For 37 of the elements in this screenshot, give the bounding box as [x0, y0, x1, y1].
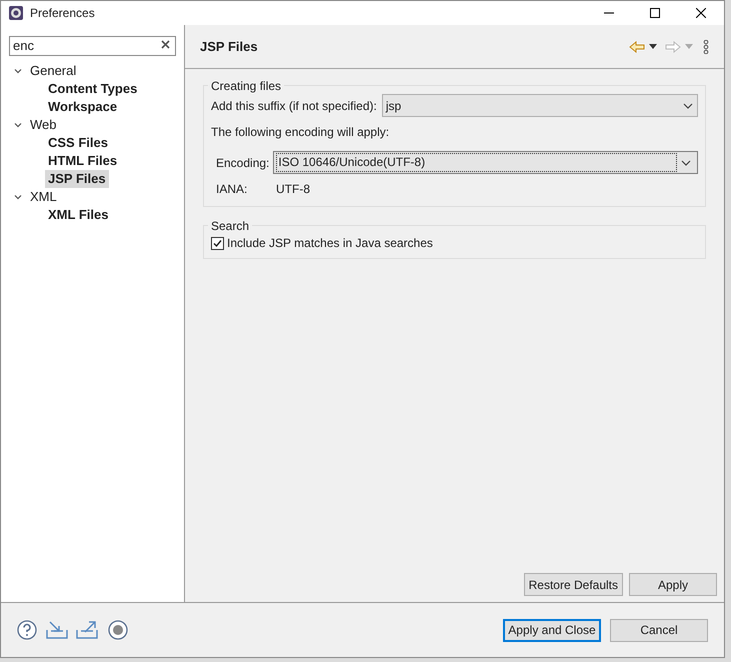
tree-item[interactable]: JSP Files	[45, 170, 109, 188]
tree-item[interactable]: General	[27, 62, 80, 80]
chevron-down-icon[interactable]	[13, 66, 23, 76]
encoding-dropdown[interactable]: ISO 10646/Unicode(UTF-8)	[273, 151, 698, 174]
import-icon[interactable]	[46, 620, 68, 640]
suffix-label: Add this suffix (if not specified):	[211, 98, 377, 114]
record-icon[interactable]	[108, 620, 128, 640]
close-icon	[696, 8, 706, 18]
tree-item[interactable]: XML Files	[45, 206, 112, 224]
tree-item[interactable]: XML	[27, 188, 60, 206]
apply-and-close-button[interactable]: Apply and Close	[503, 618, 601, 642]
tree-item[interactable]: Content Types	[45, 80, 140, 98]
checkbox-label: Include JSP matches in Java searches	[227, 235, 433, 252]
filter-field[interactable]: enc	[9, 36, 176, 56]
iana-value: UTF-8	[276, 181, 310, 198]
dropdown-icon[interactable]	[649, 44, 657, 49]
clear-icon[interactable]	[161, 40, 170, 49]
suffix-dropdown[interactable]: jsp	[382, 94, 698, 117]
chevron-down-icon[interactable]	[13, 120, 23, 130]
export-icon[interactable]	[76, 620, 98, 640]
tree-item[interactable]: CSS Files	[45, 134, 111, 152]
window-title: Preferences	[30, 5, 95, 22]
help-icon[interactable]	[17, 620, 37, 640]
apply-button[interactable]: Apply	[629, 573, 717, 596]
encoding-label: Encoding:	[216, 154, 270, 172]
chevron-down-icon[interactable]	[13, 192, 23, 202]
cancel-button[interactable]: Cancel	[610, 618, 708, 642]
restore-defaults-button[interactable]: Restore Defaults	[524, 573, 623, 596]
maximize-icon	[650, 8, 660, 18]
checkbox[interactable]	[211, 236, 224, 250]
more-icon[interactable]	[703, 40, 709, 54]
tree-item[interactable]: HTML Files	[45, 152, 120, 170]
tree-item[interactable]: Workspace	[45, 98, 120, 116]
tree-item[interactable]: Web	[27, 116, 60, 134]
page-title: JSP Files	[200, 38, 258, 56]
iana-label: IANA:	[216, 181, 248, 198]
encoding-note: The following encoding will apply:	[211, 124, 390, 141]
